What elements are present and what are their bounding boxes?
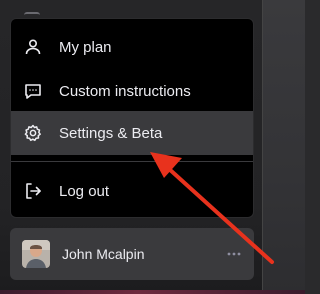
user-account-button[interactable]: John Mcalpin	[10, 228, 254, 280]
menu-item-my-plan[interactable]: My plan	[11, 25, 253, 69]
chat-bubble-icon	[23, 81, 43, 101]
menu-item-label: Custom instructions	[59, 82, 191, 100]
menu-item-custom-instructions[interactable]: Custom instructions	[11, 69, 253, 113]
gear-icon	[23, 123, 43, 143]
right-panel-edge	[262, 0, 305, 294]
ellipsis-icon[interactable]	[226, 246, 242, 262]
user-name: John Mcalpin	[62, 246, 145, 262]
user-icon	[23, 37, 43, 57]
logout-icon	[23, 181, 43, 201]
bottom-accent-bar	[0, 290, 305, 294]
menu-item-label: Settings & Beta	[59, 124, 163, 142]
account-dropdown-menu: My plan Custom instructions Settings & B…	[10, 18, 254, 218]
menu-divider	[11, 161, 253, 162]
menu-item-label: My plan	[59, 38, 112, 56]
menu-item-settings-beta[interactable]: Settings & Beta	[11, 111, 253, 155]
menu-item-log-out[interactable]: Log out	[11, 169, 253, 213]
menu-item-label: Log out	[59, 182, 110, 200]
avatar	[22, 240, 50, 268]
